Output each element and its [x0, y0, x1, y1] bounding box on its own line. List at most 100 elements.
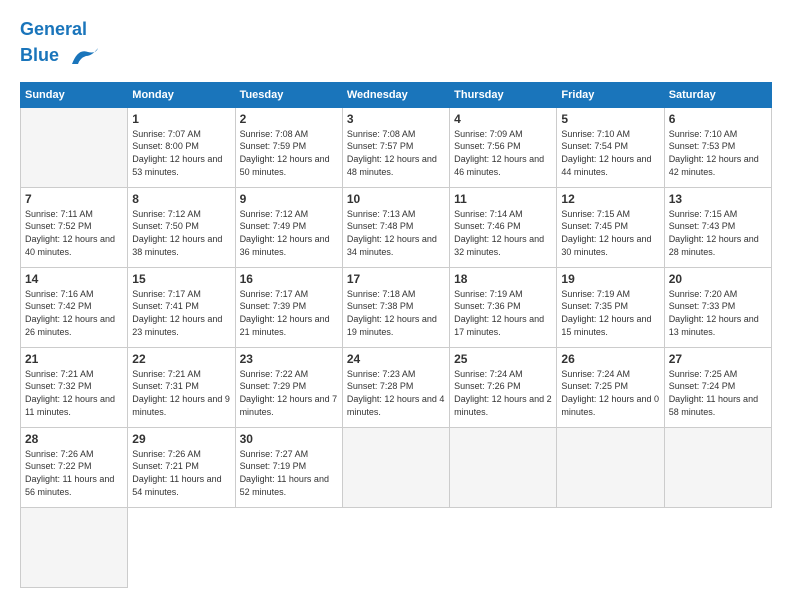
calendar-cell [450, 427, 557, 507]
day-info: Sunrise: 7:21 AM Sunset: 7:32 PM Dayligh… [25, 368, 123, 418]
calendar-cell [557, 427, 664, 507]
day-number: 2 [240, 112, 338, 126]
calendar-cell: 21 Sunrise: 7:21 AM Sunset: 7:32 PM Dayl… [21, 347, 128, 427]
day-info: Sunrise: 7:26 AM Sunset: 7:22 PM Dayligh… [25, 448, 123, 498]
day-info: Sunrise: 7:22 AM Sunset: 7:29 PM Dayligh… [240, 368, 338, 418]
day-info: Sunrise: 7:08 AM Sunset: 7:59 PM Dayligh… [240, 128, 338, 178]
day-number: 26 [561, 352, 659, 366]
calendar-cell: 5 Sunrise: 7:10 AM Sunset: 7:54 PM Dayli… [557, 107, 664, 187]
day-info: Sunrise: 7:18 AM Sunset: 7:38 PM Dayligh… [347, 288, 445, 338]
calendar-cell: 11 Sunrise: 7:14 AM Sunset: 7:46 PM Dayl… [450, 187, 557, 267]
day-number: 15 [132, 272, 230, 286]
calendar-cell [342, 427, 449, 507]
calendar-cell: 18 Sunrise: 7:19 AM Sunset: 7:36 PM Dayl… [450, 267, 557, 347]
day-info: Sunrise: 7:15 AM Sunset: 7:45 PM Dayligh… [561, 208, 659, 258]
calendar-cell: 4 Sunrise: 7:09 AM Sunset: 7:56 PM Dayli… [450, 107, 557, 187]
day-info: Sunrise: 7:21 AM Sunset: 7:31 PM Dayligh… [132, 368, 230, 418]
calendar-cell: 28 Sunrise: 7:26 AM Sunset: 7:22 PM Dayl… [21, 427, 128, 507]
calendar-cell: 19 Sunrise: 7:19 AM Sunset: 7:35 PM Dayl… [557, 267, 664, 347]
day-info: Sunrise: 7:12 AM Sunset: 7:50 PM Dayligh… [132, 208, 230, 258]
day-info: Sunrise: 7:16 AM Sunset: 7:42 PM Dayligh… [25, 288, 123, 338]
calendar-row: 7 Sunrise: 7:11 AM Sunset: 7:52 PM Dayli… [21, 187, 772, 267]
calendar-cell: 25 Sunrise: 7:24 AM Sunset: 7:26 PM Dayl… [450, 347, 557, 427]
day-number: 18 [454, 272, 552, 286]
calendar-row: 28 Sunrise: 7:26 AM Sunset: 7:22 PM Dayl… [21, 427, 772, 507]
day-info: Sunrise: 7:08 AM Sunset: 7:57 PM Dayligh… [347, 128, 445, 178]
weekday-header-tuesday: Tuesday [235, 82, 342, 107]
calendar-row: 14 Sunrise: 7:16 AM Sunset: 7:42 PM Dayl… [21, 267, 772, 347]
calendar: SundayMondayTuesdayWednesdayThursdayFrid… [20, 82, 772, 588]
day-info: Sunrise: 7:09 AM Sunset: 7:56 PM Dayligh… [454, 128, 552, 178]
calendar-cell: 13 Sunrise: 7:15 AM Sunset: 7:43 PM Dayl… [664, 187, 771, 267]
day-number: 6 [669, 112, 767, 126]
day-info: Sunrise: 7:07 AM Sunset: 8:00 PM Dayligh… [132, 128, 230, 178]
day-number: 29 [132, 432, 230, 446]
day-number: 12 [561, 192, 659, 206]
day-info: Sunrise: 7:19 AM Sunset: 7:35 PM Dayligh… [561, 288, 659, 338]
day-info: Sunrise: 7:12 AM Sunset: 7:49 PM Dayligh… [240, 208, 338, 258]
calendar-cell: 7 Sunrise: 7:11 AM Sunset: 7:52 PM Dayli… [21, 187, 128, 267]
calendar-cell: 14 Sunrise: 7:16 AM Sunset: 7:42 PM Dayl… [21, 267, 128, 347]
weekday-header-friday: Friday [557, 82, 664, 107]
day-info: Sunrise: 7:14 AM Sunset: 7:46 PM Dayligh… [454, 208, 552, 258]
day-number: 5 [561, 112, 659, 126]
day-info: Sunrise: 7:17 AM Sunset: 7:41 PM Dayligh… [132, 288, 230, 338]
day-number: 21 [25, 352, 123, 366]
day-number: 11 [454, 192, 552, 206]
day-number: 7 [25, 192, 123, 206]
calendar-row: 1 Sunrise: 7:07 AM Sunset: 8:00 PM Dayli… [21, 107, 772, 187]
calendar-cell: 2 Sunrise: 7:08 AM Sunset: 7:59 PM Dayli… [235, 107, 342, 187]
calendar-row: 21 Sunrise: 7:21 AM Sunset: 7:32 PM Dayl… [21, 347, 772, 427]
day-info: Sunrise: 7:19 AM Sunset: 7:36 PM Dayligh… [454, 288, 552, 338]
logo-blue: Blue [20, 45, 59, 65]
calendar-cell: 23 Sunrise: 7:22 AM Sunset: 7:29 PM Dayl… [235, 347, 342, 427]
calendar-cell [664, 427, 771, 507]
day-number: 24 [347, 352, 445, 366]
weekday-header-monday: Monday [128, 82, 235, 107]
calendar-cell: 29 Sunrise: 7:26 AM Sunset: 7:21 PM Dayl… [128, 427, 235, 507]
calendar-cell: 30 Sunrise: 7:27 AM Sunset: 7:19 PM Dayl… [235, 427, 342, 507]
day-info: Sunrise: 7:25 AM Sunset: 7:24 PM Dayligh… [669, 368, 767, 418]
header: General Blue [20, 20, 772, 72]
calendar-cell: 9 Sunrise: 7:12 AM Sunset: 7:49 PM Dayli… [235, 187, 342, 267]
day-info: Sunrise: 7:10 AM Sunset: 7:53 PM Dayligh… [669, 128, 767, 178]
day-number: 22 [132, 352, 230, 366]
day-number: 20 [669, 272, 767, 286]
day-info: Sunrise: 7:27 AM Sunset: 7:19 PM Dayligh… [240, 448, 338, 498]
calendar-cell: 16 Sunrise: 7:17 AM Sunset: 7:39 PM Dayl… [235, 267, 342, 347]
day-number: 27 [669, 352, 767, 366]
calendar-cell: 27 Sunrise: 7:25 AM Sunset: 7:24 PM Dayl… [664, 347, 771, 427]
day-info: Sunrise: 7:24 AM Sunset: 7:26 PM Dayligh… [454, 368, 552, 418]
day-number: 25 [454, 352, 552, 366]
calendar-row [21, 507, 772, 587]
day-number: 3 [347, 112, 445, 126]
day-info: Sunrise: 7:13 AM Sunset: 7:48 PM Dayligh… [347, 208, 445, 258]
day-info: Sunrise: 7:24 AM Sunset: 7:25 PM Dayligh… [561, 368, 659, 418]
logo-bird-icon [68, 40, 100, 72]
calendar-cell: 3 Sunrise: 7:08 AM Sunset: 7:57 PM Dayli… [342, 107, 449, 187]
weekday-header-row: SundayMondayTuesdayWednesdayThursdayFrid… [21, 82, 772, 107]
calendar-cell: 8 Sunrise: 7:12 AM Sunset: 7:50 PM Dayli… [128, 187, 235, 267]
weekday-header-sunday: Sunday [21, 82, 128, 107]
calendar-cell: 24 Sunrise: 7:23 AM Sunset: 7:28 PM Dayl… [342, 347, 449, 427]
calendar-cell: 10 Sunrise: 7:13 AM Sunset: 7:48 PM Dayl… [342, 187, 449, 267]
calendar-cell [21, 507, 128, 587]
day-number: 4 [454, 112, 552, 126]
day-info: Sunrise: 7:17 AM Sunset: 7:39 PM Dayligh… [240, 288, 338, 338]
day-number: 8 [132, 192, 230, 206]
logo-general: General [20, 19, 87, 39]
weekday-header-saturday: Saturday [664, 82, 771, 107]
day-info: Sunrise: 7:15 AM Sunset: 7:43 PM Dayligh… [669, 208, 767, 258]
day-info: Sunrise: 7:10 AM Sunset: 7:54 PM Dayligh… [561, 128, 659, 178]
day-number: 30 [240, 432, 338, 446]
day-number: 23 [240, 352, 338, 366]
calendar-cell: 17 Sunrise: 7:18 AM Sunset: 7:38 PM Dayl… [342, 267, 449, 347]
calendar-cell: 6 Sunrise: 7:10 AM Sunset: 7:53 PM Dayli… [664, 107, 771, 187]
calendar-cell: 26 Sunrise: 7:24 AM Sunset: 7:25 PM Dayl… [557, 347, 664, 427]
day-info: Sunrise: 7:23 AM Sunset: 7:28 PM Dayligh… [347, 368, 445, 418]
calendar-cell: 20 Sunrise: 7:20 AM Sunset: 7:33 PM Dayl… [664, 267, 771, 347]
day-number: 19 [561, 272, 659, 286]
day-number: 16 [240, 272, 338, 286]
day-number: 17 [347, 272, 445, 286]
day-info: Sunrise: 7:11 AM Sunset: 7:52 PM Dayligh… [25, 208, 123, 258]
